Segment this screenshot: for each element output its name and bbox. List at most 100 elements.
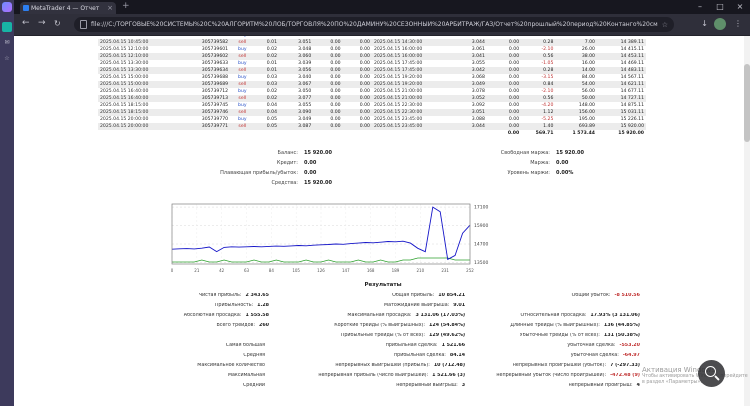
trade-cell: 2025.04.15 22:30:00 xyxy=(373,103,423,108)
trade-cell: 0.01 xyxy=(266,68,277,73)
trade-cell: 2025.04.15 20:00:00 xyxy=(100,124,149,129)
svg-text:63: 63 xyxy=(244,268,250,273)
result-value: 1 521.66 (3) xyxy=(432,373,466,378)
profile-avatar[interactable] xyxy=(714,18,726,30)
browser-logo-icon[interactable] xyxy=(2,2,12,12)
trade-cell: 2025.04.15 15:00:00 xyxy=(100,75,149,80)
result-cell: непрерывная прибыль (число выигрышей): 1 … xyxy=(277,373,473,379)
trade-cell: 0.84 xyxy=(543,82,554,87)
trade-cell: 2025.04.15 13:30:00 xyxy=(100,61,149,66)
trade-cell: 3.060 xyxy=(298,54,312,59)
trade-cell: 2025.04.15 10:45:00 xyxy=(100,40,149,45)
browser-tab[interactable]: MetaTrader 4 — Отчет × xyxy=(20,2,116,14)
trade-cell: 14 469.11 xyxy=(620,61,644,66)
results-grid: Чистая прибыль: 2 343.65 Общая прибыль: 10 … xyxy=(118,293,648,389)
svg-text:0: 0 xyxy=(171,268,174,273)
trade-cell: 15 031.11 xyxy=(620,110,644,115)
result-label: прибыльная сделка: xyxy=(385,343,438,348)
summary-v1: 0.00 xyxy=(304,170,317,176)
trade-cell: 2025.04.15 23:45:00 xyxy=(373,117,423,122)
address-bar[interactable]: file:///C:/ТОРГОВЫЕ%20СИСТЕМЫ%20С%20АЛГО… xyxy=(74,17,674,32)
zoom-button[interactable] xyxy=(698,360,725,387)
result-value: 1 555.58 xyxy=(245,313,269,318)
trade-cell: 305739713 xyxy=(201,96,229,101)
summary-row: Средства: 15 920.00 xyxy=(98,178,646,188)
trade-cell: 2025.04.15 15:00:00 xyxy=(100,82,149,87)
trade-cell: 14 453.11 xyxy=(620,54,644,59)
trade-cell: 3.061 xyxy=(471,47,485,52)
trade-row: 2025.04.15 15:00:00 305739688 buy 0.03 3.040… xyxy=(98,74,646,81)
page-scrollbar-thumb[interactable] xyxy=(744,64,750,142)
trade-cell: 0.00 xyxy=(508,103,520,108)
totals-cell xyxy=(371,130,453,137)
trade-cell: 16.00 xyxy=(581,61,595,66)
svg-text:21: 21 xyxy=(194,268,200,273)
trade-cell: 0.56 xyxy=(543,96,554,101)
reload-icon[interactable]: ↻ xyxy=(54,19,61,28)
trade-cell: 50.00 xyxy=(581,96,595,101)
page-scrollbar[interactable] xyxy=(744,36,750,406)
trade-cell: 2025.04.15 12:10:00 xyxy=(100,54,149,59)
trade-cell: 0.00 xyxy=(359,47,370,52)
result-label: прибыльная сделка: xyxy=(394,353,446,358)
trade-cell: 0.00 xyxy=(330,61,341,66)
trade-cell: 3.044 xyxy=(471,40,485,45)
trade-cell: 14 677.11 xyxy=(620,89,644,94)
trade-cell: sell xyxy=(238,96,247,101)
menu-icon[interactable]: ⋮ xyxy=(734,19,742,28)
summary-v1: 15 920.00 xyxy=(304,180,332,186)
trade-cell: 305739634 xyxy=(201,68,229,73)
trade-cell: 0.05 xyxy=(266,117,277,122)
trade-cell: 3.050 xyxy=(298,89,312,94)
trade-cell: 2025.04.15 22:30:00 xyxy=(373,110,423,115)
close-button[interactable]: × xyxy=(730,0,750,14)
result-cell: Средняя xyxy=(118,353,277,359)
tab-close-icon[interactable]: × xyxy=(107,4,113,12)
mail-icon[interactable]: ✉ xyxy=(2,38,12,48)
trade-cell: 0.00 xyxy=(508,89,520,94)
totals-cell: 1 573.44 xyxy=(555,130,597,137)
trade-row: 2025.04.15 15:00:00 305739689 sell 0.03 3.06… xyxy=(98,81,646,88)
trade-cell: 3.048 xyxy=(298,47,312,52)
svg-text:15900: 15900 xyxy=(474,223,488,229)
result-value: 1.28 xyxy=(257,303,269,308)
trade-cell: 305739746 xyxy=(201,110,229,115)
summary-l1: Кредит: xyxy=(276,160,298,166)
new-tab-button[interactable]: + xyxy=(122,1,130,11)
trade-cell: 305739633 xyxy=(201,61,229,66)
svg-text:252: 252 xyxy=(466,268,474,273)
result-label: непрерывный убыток (число проигрышей): xyxy=(496,373,607,378)
result-cell: непрерывных проигрышей (убыток): 7 (-297.… xyxy=(473,363,648,369)
maximize-button[interactable]: □ xyxy=(710,0,730,14)
trade-cell: 3.041 xyxy=(471,54,485,59)
trade-cell: 0.04 xyxy=(266,103,277,108)
assistant-icon[interactable] xyxy=(2,22,12,32)
trade-cell: 148.00 xyxy=(578,103,595,108)
result-label: непрерывных выигрышей (прибыль): xyxy=(335,363,430,368)
forward-icon[interactable]: → xyxy=(38,18,46,28)
trade-cell: buy xyxy=(238,61,247,66)
back-icon[interactable]: ← xyxy=(22,18,30,28)
totals-cell: 569.71 xyxy=(521,130,556,137)
summary-v1: 0.00 xyxy=(304,160,317,166)
result-cell: непрерывных выигрышей (прибыль): 10 (712.… xyxy=(277,363,473,369)
trade-cell: 0.00 xyxy=(330,68,341,73)
trade-cell: 0.00 xyxy=(508,117,520,122)
totals-cell xyxy=(313,130,343,137)
trade-cell: 2025.04.15 17:45:00 xyxy=(373,68,423,73)
bookmark-star-icon[interactable]: ☆ xyxy=(662,21,668,29)
favorites-icon[interactable]: ☆ xyxy=(2,54,12,64)
trade-cell: 3.044 xyxy=(471,124,485,129)
url-text[interactable]: file:///C:/ТОРГОВЫЕ%20СИСТЕМЫ%20С%20АЛГО… xyxy=(91,21,658,28)
balance-chart-svg: 17100 15900 14700 13500 0 21 42 63 84 105 126 147 16… xyxy=(171,203,488,273)
magnifier-handle-icon xyxy=(714,375,720,381)
result-value: -64.97 xyxy=(622,353,640,358)
downloads-icon[interactable]: ↓ xyxy=(701,19,708,28)
minimize-button[interactable]: – xyxy=(690,0,710,14)
result-value: -553.20 xyxy=(619,343,640,348)
trade-cell: 0.02 xyxy=(266,47,277,52)
trade-cell: 2025.04.15 18:15:00 xyxy=(100,103,149,108)
trade-cell: 3.039 xyxy=(298,61,312,66)
trade-cell: 2025.04.15 20:00:00 xyxy=(100,117,149,122)
trade-cell: 0.00 xyxy=(330,82,341,87)
